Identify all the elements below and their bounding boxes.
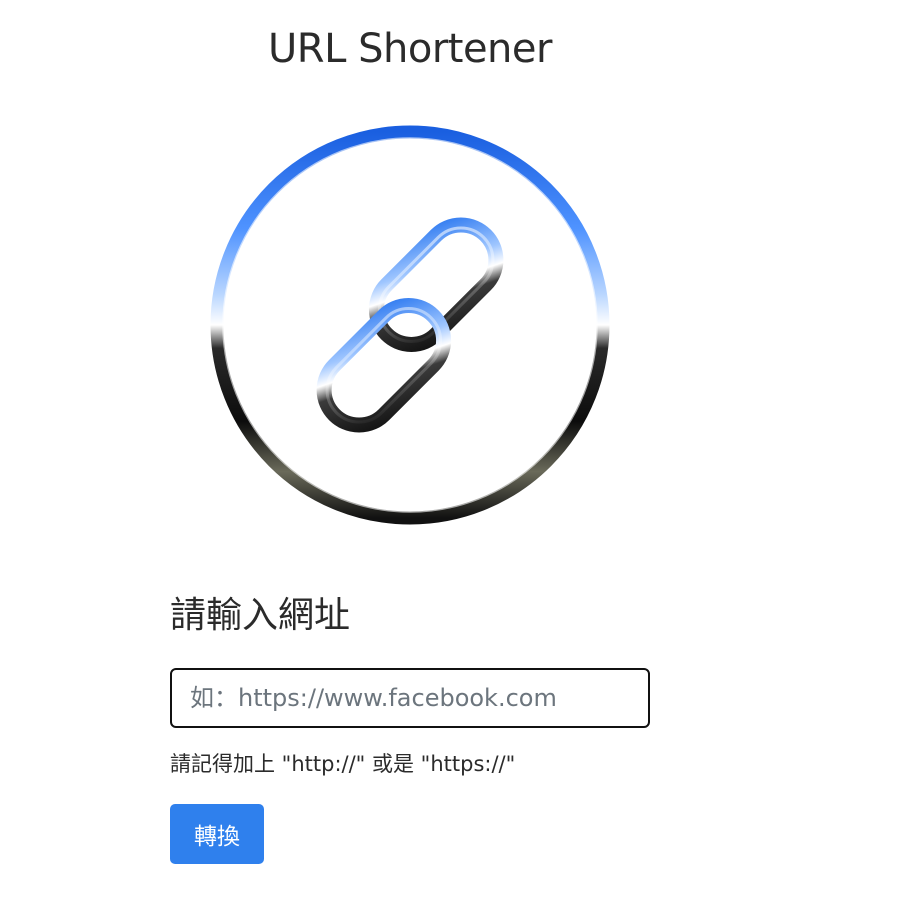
url-label: 請輸入網址 <box>170 595 351 636</box>
page: URL Shortener 請輸入網址 如：https://www.facebo… <box>0 0 910 904</box>
link-chain-icon <box>210 125 610 525</box>
page-title: URL Shortener <box>268 26 552 72</box>
convert-button[interactable]: 轉換 <box>170 804 264 864</box>
url-input[interactable] <box>170 668 650 728</box>
hint-text: 請記得加上 "http://" 或是 "https://" <box>170 752 516 776</box>
logo <box>205 118 615 532</box>
